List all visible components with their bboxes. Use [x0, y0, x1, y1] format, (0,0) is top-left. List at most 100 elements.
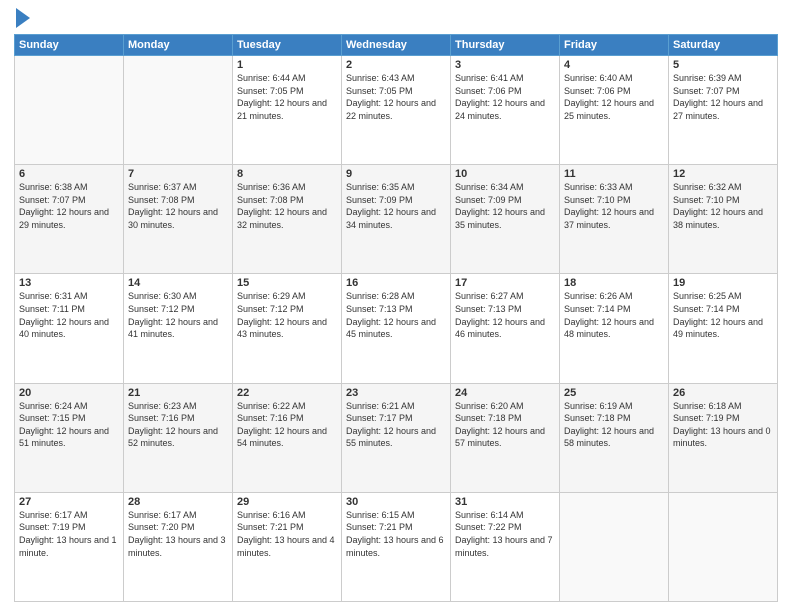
day-number: 7: [128, 168, 228, 180]
logo-arrow-icon: [16, 8, 30, 28]
calendar-cell: 9Sunrise: 6:35 AM Sunset: 7:09 PM Daylig…: [342, 165, 451, 274]
day-info: Sunrise: 6:41 AM Sunset: 7:06 PM Dayligh…: [455, 72, 555, 122]
weekday-header-row: SundayMondayTuesdayWednesdayThursdayFrid…: [15, 35, 778, 56]
day-number: 21: [128, 387, 228, 399]
weekday-header-thursday: Thursday: [451, 35, 560, 56]
day-info: Sunrise: 6:30 AM Sunset: 7:12 PM Dayligh…: [128, 290, 228, 340]
day-info: Sunrise: 6:22 AM Sunset: 7:16 PM Dayligh…: [237, 400, 337, 450]
day-info: Sunrise: 6:33 AM Sunset: 7:10 PM Dayligh…: [564, 181, 664, 231]
day-number: 16: [346, 277, 446, 289]
day-info: Sunrise: 6:15 AM Sunset: 7:21 PM Dayligh…: [346, 509, 446, 559]
day-info: Sunrise: 6:28 AM Sunset: 7:13 PM Dayligh…: [346, 290, 446, 340]
day-number: 23: [346, 387, 446, 399]
header: [14, 10, 778, 28]
calendar-cell: [124, 56, 233, 165]
calendar-cell: 30Sunrise: 6:15 AM Sunset: 7:21 PM Dayli…: [342, 492, 451, 601]
calendar-cell: 3Sunrise: 6:41 AM Sunset: 7:06 PM Daylig…: [451, 56, 560, 165]
day-info: Sunrise: 6:36 AM Sunset: 7:08 PM Dayligh…: [237, 181, 337, 231]
day-number: 30: [346, 496, 446, 508]
weekday-header-saturday: Saturday: [669, 35, 778, 56]
day-number: 8: [237, 168, 337, 180]
day-info: Sunrise: 6:43 AM Sunset: 7:05 PM Dayligh…: [346, 72, 446, 122]
day-info: Sunrise: 6:44 AM Sunset: 7:05 PM Dayligh…: [237, 72, 337, 122]
calendar-cell: 27Sunrise: 6:17 AM Sunset: 7:19 PM Dayli…: [15, 492, 124, 601]
day-info: Sunrise: 6:14 AM Sunset: 7:22 PM Dayligh…: [455, 509, 555, 559]
day-number: 20: [19, 387, 119, 399]
calendar-cell: 26Sunrise: 6:18 AM Sunset: 7:19 PM Dayli…: [669, 383, 778, 492]
day-number: 27: [19, 496, 119, 508]
calendar-table: SundayMondayTuesdayWednesdayThursdayFrid…: [14, 34, 778, 602]
day-number: 1: [237, 59, 337, 71]
page: SundayMondayTuesdayWednesdayThursdayFrid…: [0, 0, 792, 612]
day-number: 28: [128, 496, 228, 508]
day-info: Sunrise: 6:20 AM Sunset: 7:18 PM Dayligh…: [455, 400, 555, 450]
day-number: 6: [19, 168, 119, 180]
day-info: Sunrise: 6:37 AM Sunset: 7:08 PM Dayligh…: [128, 181, 228, 231]
day-info: Sunrise: 6:25 AM Sunset: 7:14 PM Dayligh…: [673, 290, 773, 340]
day-info: Sunrise: 6:35 AM Sunset: 7:09 PM Dayligh…: [346, 181, 446, 231]
day-number: 12: [673, 168, 773, 180]
week-row-5: 27Sunrise: 6:17 AM Sunset: 7:19 PM Dayli…: [15, 492, 778, 601]
weekday-header-monday: Monday: [124, 35, 233, 56]
day-number: 11: [564, 168, 664, 180]
day-info: Sunrise: 6:26 AM Sunset: 7:14 PM Dayligh…: [564, 290, 664, 340]
week-row-2: 6Sunrise: 6:38 AM Sunset: 7:07 PM Daylig…: [15, 165, 778, 274]
logo: [14, 10, 30, 28]
day-number: 29: [237, 496, 337, 508]
calendar-cell: 18Sunrise: 6:26 AM Sunset: 7:14 PM Dayli…: [560, 274, 669, 383]
weekday-header-wednesday: Wednesday: [342, 35, 451, 56]
day-info: Sunrise: 6:24 AM Sunset: 7:15 PM Dayligh…: [19, 400, 119, 450]
calendar-cell: 4Sunrise: 6:40 AM Sunset: 7:06 PM Daylig…: [560, 56, 669, 165]
calendar-cell: 19Sunrise: 6:25 AM Sunset: 7:14 PM Dayli…: [669, 274, 778, 383]
day-info: Sunrise: 6:40 AM Sunset: 7:06 PM Dayligh…: [564, 72, 664, 122]
day-number: 25: [564, 387, 664, 399]
calendar-cell: 5Sunrise: 6:39 AM Sunset: 7:07 PM Daylig…: [669, 56, 778, 165]
day-info: Sunrise: 6:19 AM Sunset: 7:18 PM Dayligh…: [564, 400, 664, 450]
day-number: 19: [673, 277, 773, 289]
calendar-cell: 8Sunrise: 6:36 AM Sunset: 7:08 PM Daylig…: [233, 165, 342, 274]
calendar-cell: 10Sunrise: 6:34 AM Sunset: 7:09 PM Dayli…: [451, 165, 560, 274]
day-info: Sunrise: 6:38 AM Sunset: 7:07 PM Dayligh…: [19, 181, 119, 231]
calendar-cell: 17Sunrise: 6:27 AM Sunset: 7:13 PM Dayli…: [451, 274, 560, 383]
day-number: 9: [346, 168, 446, 180]
week-row-4: 20Sunrise: 6:24 AM Sunset: 7:15 PM Dayli…: [15, 383, 778, 492]
day-number: 18: [564, 277, 664, 289]
day-info: Sunrise: 6:27 AM Sunset: 7:13 PM Dayligh…: [455, 290, 555, 340]
calendar-cell: 29Sunrise: 6:16 AM Sunset: 7:21 PM Dayli…: [233, 492, 342, 601]
day-number: 17: [455, 277, 555, 289]
calendar-cell: 22Sunrise: 6:22 AM Sunset: 7:16 PM Dayli…: [233, 383, 342, 492]
calendar-cell: 2Sunrise: 6:43 AM Sunset: 7:05 PM Daylig…: [342, 56, 451, 165]
calendar-cell: 14Sunrise: 6:30 AM Sunset: 7:12 PM Dayli…: [124, 274, 233, 383]
day-info: Sunrise: 6:21 AM Sunset: 7:17 PM Dayligh…: [346, 400, 446, 450]
day-number: 15: [237, 277, 337, 289]
calendar-cell: 24Sunrise: 6:20 AM Sunset: 7:18 PM Dayli…: [451, 383, 560, 492]
day-number: 10: [455, 168, 555, 180]
week-row-1: 1Sunrise: 6:44 AM Sunset: 7:05 PM Daylig…: [15, 56, 778, 165]
day-info: Sunrise: 6:29 AM Sunset: 7:12 PM Dayligh…: [237, 290, 337, 340]
day-number: 26: [673, 387, 773, 399]
calendar-cell: 6Sunrise: 6:38 AM Sunset: 7:07 PM Daylig…: [15, 165, 124, 274]
day-number: 24: [455, 387, 555, 399]
day-number: 3: [455, 59, 555, 71]
day-info: Sunrise: 6:23 AM Sunset: 7:16 PM Dayligh…: [128, 400, 228, 450]
weekday-header-tuesday: Tuesday: [233, 35, 342, 56]
day-info: Sunrise: 6:17 AM Sunset: 7:20 PM Dayligh…: [128, 509, 228, 559]
calendar-cell: 15Sunrise: 6:29 AM Sunset: 7:12 PM Dayli…: [233, 274, 342, 383]
day-number: 4: [564, 59, 664, 71]
calendar-cell: 13Sunrise: 6:31 AM Sunset: 7:11 PM Dayli…: [15, 274, 124, 383]
calendar-cell: [15, 56, 124, 165]
day-info: Sunrise: 6:39 AM Sunset: 7:07 PM Dayligh…: [673, 72, 773, 122]
calendar-cell: 28Sunrise: 6:17 AM Sunset: 7:20 PM Dayli…: [124, 492, 233, 601]
day-number: 5: [673, 59, 773, 71]
day-info: Sunrise: 6:32 AM Sunset: 7:10 PM Dayligh…: [673, 181, 773, 231]
day-info: Sunrise: 6:31 AM Sunset: 7:11 PM Dayligh…: [19, 290, 119, 340]
day-info: Sunrise: 6:18 AM Sunset: 7:19 PM Dayligh…: [673, 400, 773, 450]
calendar-cell: 20Sunrise: 6:24 AM Sunset: 7:15 PM Dayli…: [15, 383, 124, 492]
calendar-cell: 21Sunrise: 6:23 AM Sunset: 7:16 PM Dayli…: [124, 383, 233, 492]
calendar-cell: 23Sunrise: 6:21 AM Sunset: 7:17 PM Dayli…: [342, 383, 451, 492]
calendar-cell: 12Sunrise: 6:32 AM Sunset: 7:10 PM Dayli…: [669, 165, 778, 274]
calendar-cell: 7Sunrise: 6:37 AM Sunset: 7:08 PM Daylig…: [124, 165, 233, 274]
week-row-3: 13Sunrise: 6:31 AM Sunset: 7:11 PM Dayli…: [15, 274, 778, 383]
day-info: Sunrise: 6:34 AM Sunset: 7:09 PM Dayligh…: [455, 181, 555, 231]
calendar-cell: 25Sunrise: 6:19 AM Sunset: 7:18 PM Dayli…: [560, 383, 669, 492]
